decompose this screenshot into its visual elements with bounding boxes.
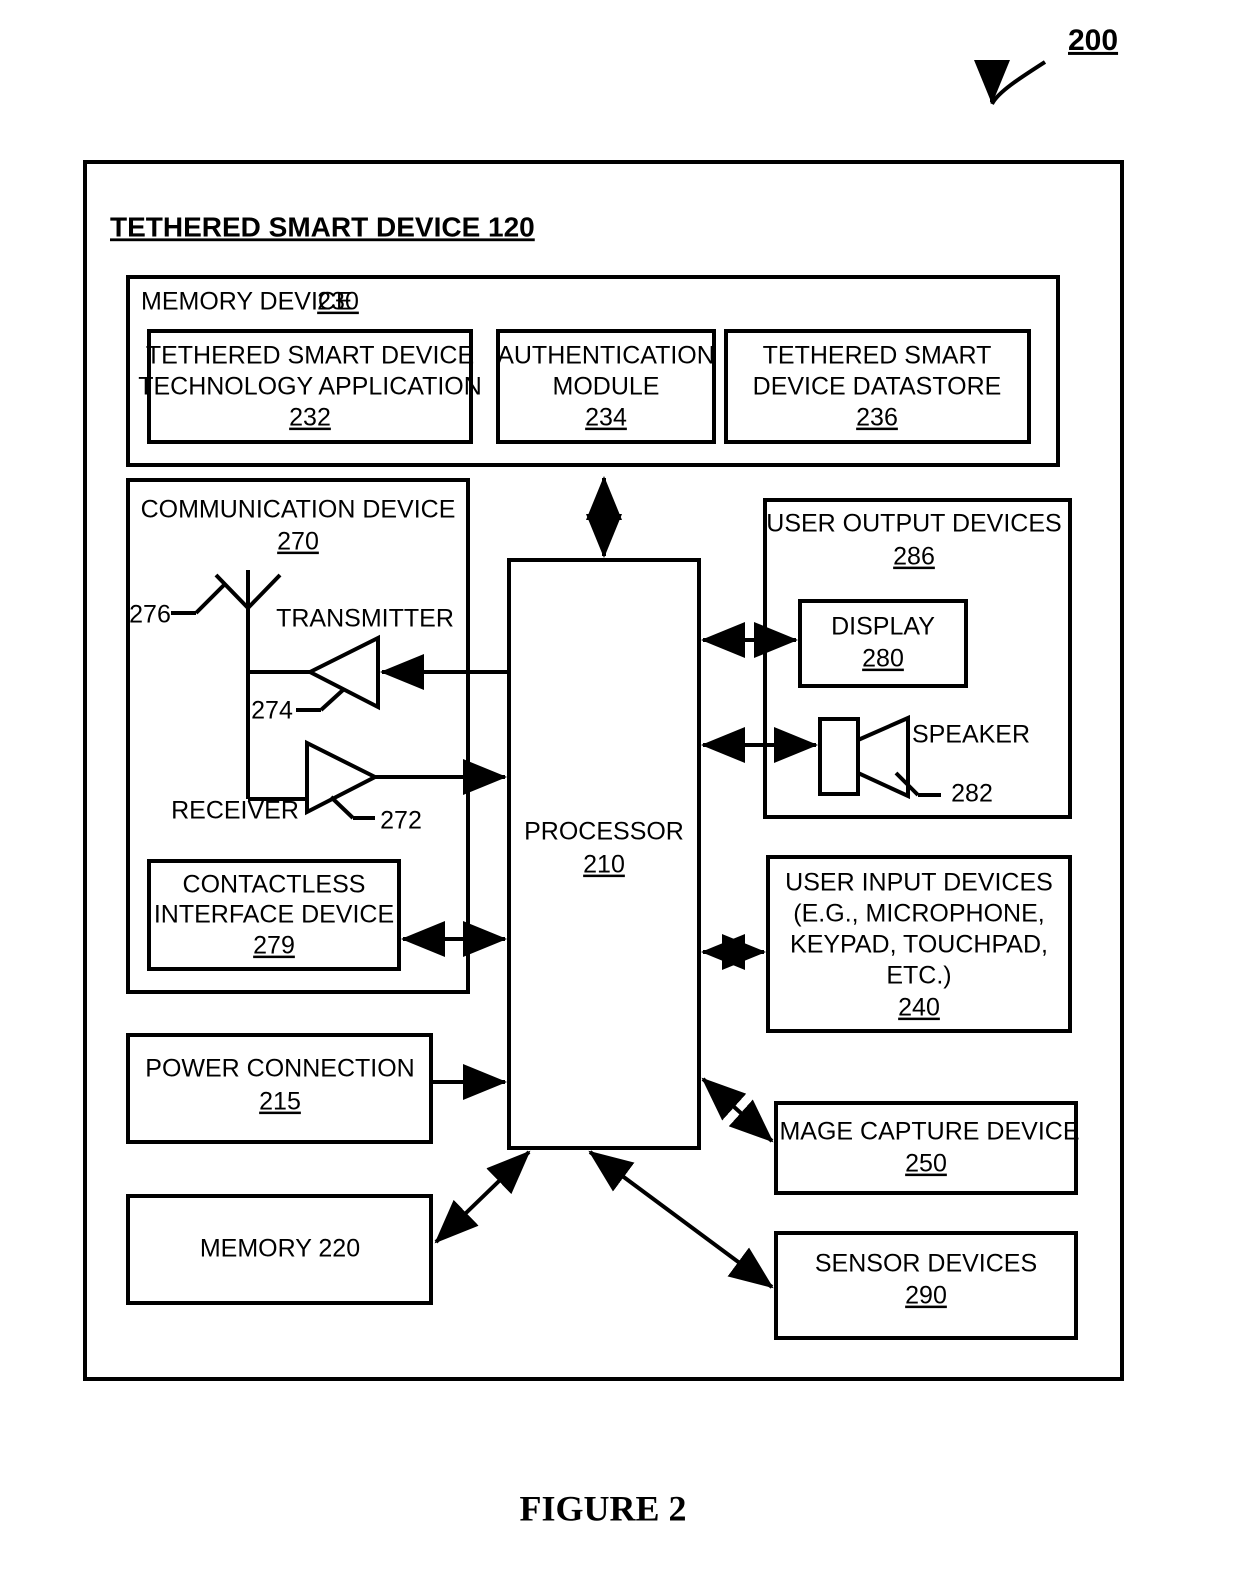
image-capture-device-box [774, 1101, 1078, 1195]
receiver-ref: 272 [380, 807, 422, 835]
user-input-line2: (E.G., MICROPHONE, [793, 900, 1044, 928]
memory-group: MEMORY 220 [126, 1194, 433, 1305]
processor-label: PROCESSOR [524, 818, 684, 846]
speaker-icon-body [818, 717, 860, 796]
sensor-devices-group: SENSOR DEVICES 290 [774, 1231, 1078, 1340]
display-group: DISPLAY 280 [798, 599, 968, 688]
image-capture-label: IMAGE CAPTURE DEVICE [773, 1118, 1080, 1146]
user-input-line1: USER INPUT DEVICES [785, 869, 1053, 897]
contactless-line2: INTERFACE DEVICE [154, 901, 394, 929]
communication-device-group: COMMUNICATION DEVICE 270 276 TRANSMITTER… [126, 478, 470, 994]
transmitter-ref: 274 [251, 697, 293, 725]
power-connection-group: POWER CONNECTION 215 [126, 1033, 433, 1144]
power-connection-label: POWER CONNECTION [145, 1055, 414, 1083]
module-236-line1: TETHERED SMART [763, 342, 992, 370]
page-title: TETHERED SMART DEVICE 120 [110, 211, 535, 242]
module-232-ref: 232 [289, 404, 331, 432]
memory-device-group: MEMORY DEVICE 230 TETHERED SMART DEVICE … [126, 275, 1060, 467]
module-232-line2: TECHNOLOGY APPLICATION [138, 373, 482, 401]
contactless-interface-device-group: CONTACTLESS INTERFACE DEVICE 279 [147, 859, 401, 971]
image-capture-device-group: IMAGE CAPTURE DEVICE 250 [773, 1101, 1080, 1195]
processor-ref: 210 [583, 851, 625, 879]
memory-label: MEMORY 220 [200, 1235, 360, 1263]
user-output-devices-ref: 286 [893, 543, 935, 571]
user-input-line3: KEYPAD, TOUCHPAD, [790, 931, 1048, 959]
module-234-ref: 234 [585, 404, 627, 432]
authentication-module: AUTHENTICATION MODULE 234 [496, 329, 716, 444]
display-ref: 280 [862, 645, 904, 673]
module-234-line1: AUTHENTICATION [497, 342, 715, 370]
module-232-line1: TETHERED SMART DEVICE [146, 342, 474, 370]
user-input-line4: ETC.) [886, 962, 951, 990]
receiver-label: RECEIVER [171, 797, 299, 825]
user-input-devices-group: USER INPUT DEVICES (E.G., MICROPHONE, KE… [766, 855, 1072, 1033]
reference-leader-curve [990, 60, 1047, 106]
image-capture-ref: 250 [905, 1150, 947, 1178]
antenna-ref: 276 [129, 601, 171, 629]
module-236-ref: 236 [856, 404, 898, 432]
communication-device-label: COMMUNICATION DEVICE [141, 496, 456, 524]
user-output-devices-label: USER OUTPUT DEVICES [766, 510, 1061, 538]
tethered-smart-device-datastore-module: TETHERED SMART DEVICE DATASTORE 236 [724, 329, 1031, 444]
module-236-line2: DEVICE DATASTORE [753, 373, 1002, 401]
speaker-label: SPEAKER [912, 721, 1030, 749]
contactless-ref: 279 [253, 932, 295, 960]
memory-device-ref: 230 [317, 288, 359, 316]
display-label: DISPLAY [831, 613, 935, 641]
power-connection-ref: 215 [259, 1088, 301, 1116]
patent-figure-2: 200 TETHERED SMART DEVICE 120 MEMORY DEV… [0, 0, 1240, 1578]
module-234-line2: MODULE [553, 373, 660, 401]
contactless-line1: CONTACTLESS [183, 871, 366, 899]
user-output-devices-group: USER OUTPUT DEVICES 286 DISPLAY 280 SPEA… [763, 498, 1072, 819]
sensor-devices-ref: 290 [905, 1282, 947, 1310]
figure-caption: FIGURE 2 [519, 1488, 686, 1528]
user-input-ref: 240 [898, 994, 940, 1022]
tethered-smart-device-technology-application-module: TETHERED SMART DEVICE TECHNOLOGY APPLICA… [138, 329, 482, 444]
sensor-devices-label: SENSOR DEVICES [815, 1250, 1037, 1278]
processor-group: PROCESSOR 210 [507, 558, 701, 1150]
communication-device-ref: 270 [277, 528, 319, 556]
transmitter-label: TRANSMITTER [276, 605, 454, 633]
figure-reference-callout: 200 [974, 24, 1118, 106]
speaker-ref: 282 [951, 780, 993, 808]
figure-reference-number: 200 [1068, 24, 1118, 57]
